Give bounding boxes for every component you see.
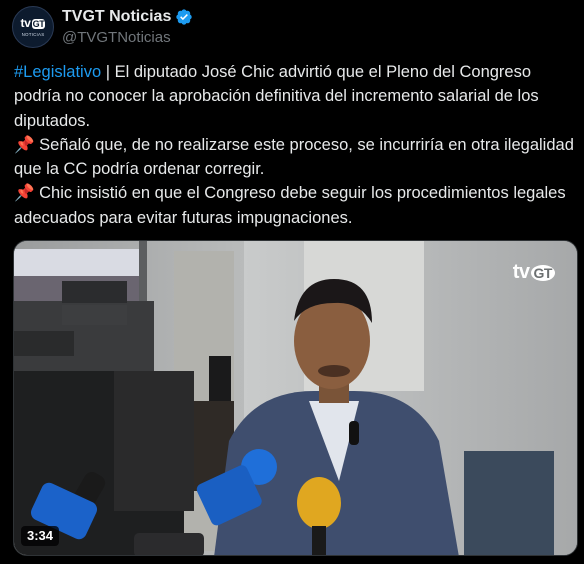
tweet-text: #Legislativo | El diputado José Chic adv…: [14, 60, 574, 230]
hashtag-link[interactable]: #Legislativo: [14, 63, 101, 81]
avatar[interactable]: tv GT NOTICIAS: [12, 6, 54, 48]
tweet-header: tv GT NOTICIAS TVGT Noticias @TVGTNoticia…: [12, 6, 572, 50]
display-name[interactable]: TVGT Noticias: [62, 8, 171, 26]
verified-badge-icon: [176, 9, 193, 25]
video-frame: [14, 241, 577, 555]
tvgt-watermark: tv GT: [513, 261, 555, 284]
tweet-line-3: Chic insistió en que el Congreso debe se…: [14, 184, 566, 227]
pin-icon: 📌: [14, 184, 35, 203]
pin-icon: 📌: [14, 135, 35, 154]
avatar-subtitle: NOTICIAS: [21, 32, 45, 37]
video-duration-badge: 3:34: [21, 526, 60, 546]
handle[interactable]: @TVGTNoticias: [62, 29, 171, 46]
name-row: TVGT Noticias: [62, 8, 193, 26]
video-player[interactable]: tv GT 3:34: [13, 240, 578, 556]
tweet-line-2: Señaló que, de no realizarse este proces…: [14, 135, 574, 179]
avatar-logo: tv GT: [20, 16, 46, 30]
